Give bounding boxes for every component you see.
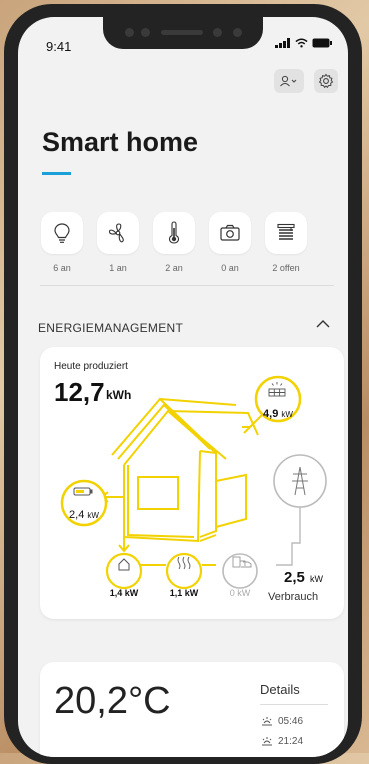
device-camera-label: 0 an bbox=[221, 263, 239, 273]
device-thermostat[interactable]: 2 an bbox=[153, 212, 195, 273]
blinds-icon bbox=[277, 223, 295, 240]
gear-icon bbox=[318, 73, 334, 89]
app-screen: 9:41 Smart home 6 an 1 an 2 an 0 an 2 of… bbox=[18, 17, 348, 757]
device-thermostat-label: 2 an bbox=[165, 263, 183, 273]
sunrise-icon bbox=[262, 716, 272, 725]
sunset-row: 21:24 bbox=[260, 736, 303, 747]
details-divider bbox=[260, 704, 328, 705]
battery-icon bbox=[312, 38, 332, 48]
wifi-icon bbox=[295, 38, 308, 48]
consumption-label: Verbrauch bbox=[268, 591, 319, 603]
page-title: Smart home bbox=[42, 127, 199, 157]
lightbulb-icon bbox=[54, 223, 70, 243]
device-fan[interactable]: 1 an bbox=[97, 212, 139, 273]
device-lights-label: 6 an bbox=[53, 263, 71, 273]
fan-icon bbox=[108, 223, 124, 243]
section-divider bbox=[40, 285, 334, 286]
temperature-value: 20,2°C bbox=[54, 680, 171, 722]
consumption-unit: kW bbox=[310, 574, 323, 584]
settings-button[interactable] bbox=[314, 69, 338, 93]
details-link[interactable]: Details bbox=[260, 682, 300, 697]
grid-line bbox=[276, 505, 301, 566]
camera-icon bbox=[220, 224, 240, 241]
energy-section-title: ENERGIEMANAGEMENT bbox=[38, 321, 184, 335]
profile-button[interactable] bbox=[274, 69, 304, 93]
energy-card[interactable]: Heute produziert 12,7 kWh 4,9 kW 2,4 kW … bbox=[40, 347, 344, 619]
title-accent-line bbox=[42, 172, 71, 175]
sunrise-time: 05:46 bbox=[278, 716, 304, 727]
device-fan-label: 1 an bbox=[109, 263, 127, 273]
sunset-icon bbox=[262, 736, 272, 745]
status-icons bbox=[275, 38, 332, 48]
status-time: 9:41 bbox=[46, 39, 72, 54]
chevron-up-icon[interactable] bbox=[316, 319, 330, 329]
thermometer-icon bbox=[168, 221, 180, 244]
sunrise-row: 05:46 bbox=[260, 716, 303, 727]
phone-frame: 9:41 Smart home 6 an 1 an 2 an 0 an 2 of… bbox=[4, 4, 362, 764]
device-notch bbox=[103, 17, 263, 49]
house-illustration bbox=[111, 397, 259, 543]
consumption-value: 2,5 bbox=[284, 569, 305, 586]
sunset-time: 21:24 bbox=[278, 736, 304, 747]
signal-icon bbox=[275, 38, 290, 48]
heating-node bbox=[165, 552, 203, 590]
climate-card[interactable]: 20,2°C Details 05:46 21:24 bbox=[40, 662, 344, 757]
device-lights[interactable]: 6 an bbox=[41, 212, 83, 273]
user-icon bbox=[280, 75, 297, 87]
device-blinds-label: 2 offen bbox=[272, 263, 300, 273]
device-camera[interactable]: 0 an bbox=[209, 212, 251, 273]
energy-flow-lines bbox=[100, 410, 267, 566]
device-blinds[interactable]: 2 offen bbox=[265, 212, 307, 273]
